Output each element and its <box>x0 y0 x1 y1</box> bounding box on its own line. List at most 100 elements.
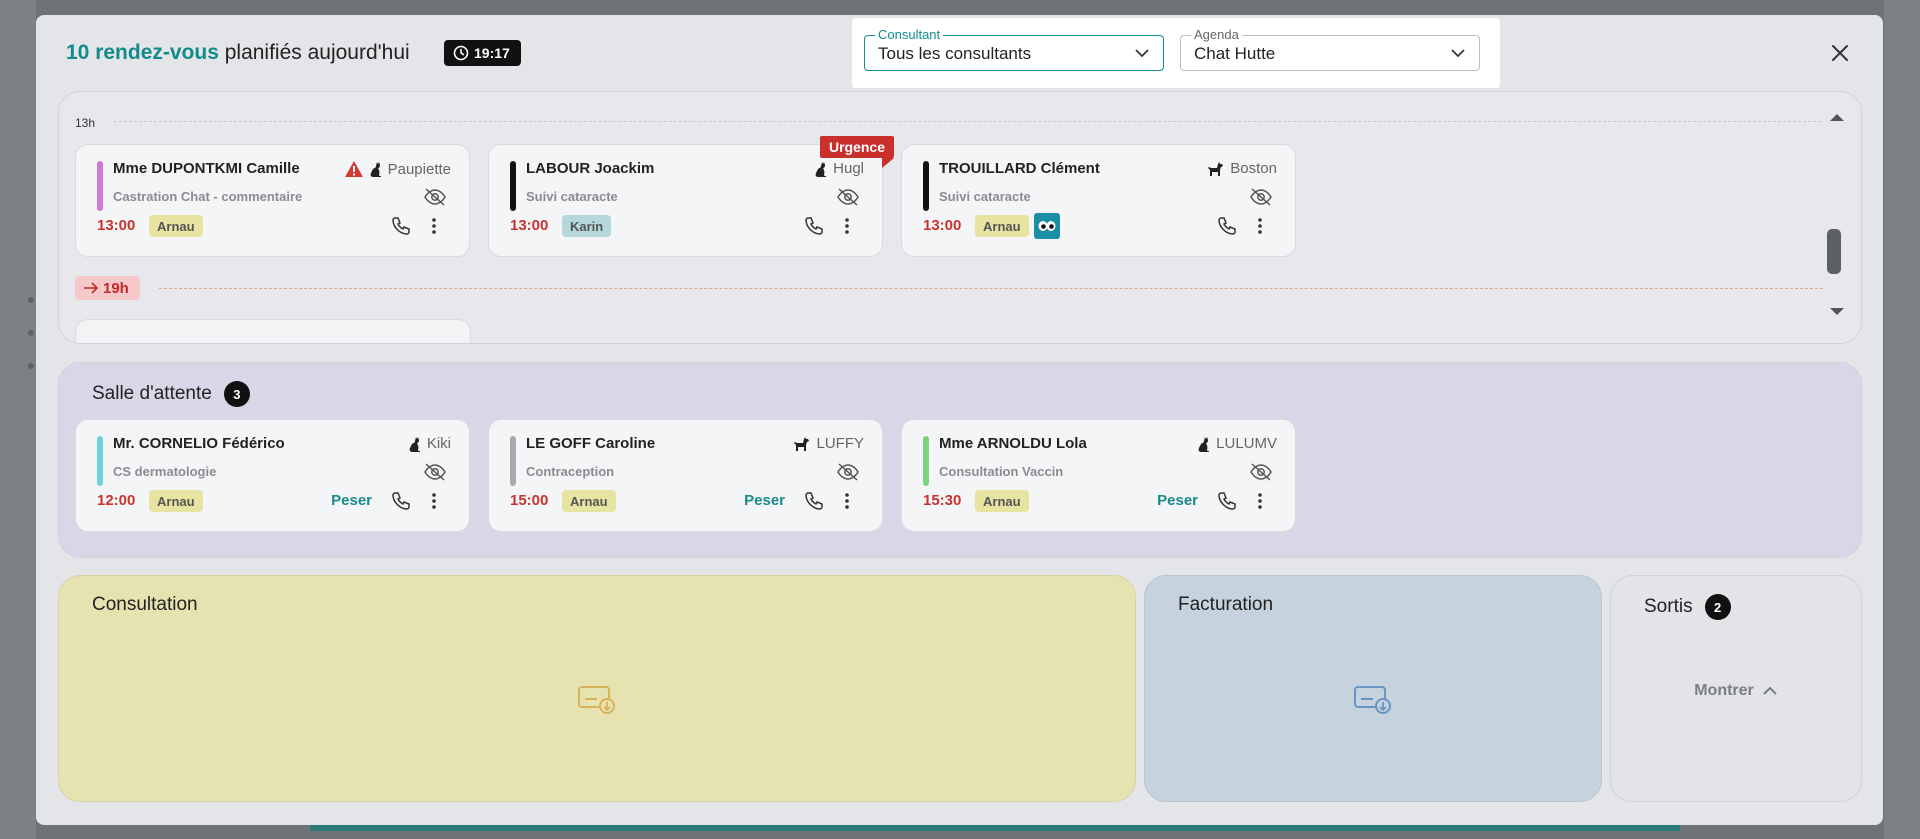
weigh-button[interactable]: Peser <box>331 492 372 509</box>
vet-badge: Arnau <box>562 490 616 512</box>
consultation-dropzone[interactable]: Consultation <box>58 575 1136 802</box>
show-button-label: Montrer <box>1694 682 1754 699</box>
schedule-section: 13h Mme DUPONTKMI Camille Paupiette Cast… <box>58 91 1862 344</box>
pet-name: Kiki <box>426 435 451 452</box>
current-time-badge: 19:17 <box>444 40 521 66</box>
pet-name: LULUMV <box>1216 435 1277 452</box>
eye-off-icon[interactable] <box>1249 187 1273 207</box>
status-bar <box>97 161 103 211</box>
consultant-select[interactable]: Consultant Tous les consultants <box>864 27 1164 71</box>
status-bar <box>923 161 929 211</box>
current-hour-marker: 19h <box>75 276 140 300</box>
close-icon[interactable] <box>1827 40 1853 66</box>
checked-out-count-badge: 2 <box>1704 594 1731 620</box>
billing-header: Facturation <box>1178 594 1273 616</box>
background-dot <box>28 363 34 369</box>
current-time: 19:17 <box>474 45 510 61</box>
scroll-down-icon[interactable] <box>1829 307 1845 317</box>
scrollbar-thumb[interactable] <box>1827 229 1841 274</box>
eye-off-icon[interactable] <box>836 187 860 207</box>
eye-off-icon[interactable] <box>836 462 860 482</box>
agenda-label: Agenda <box>1191 27 1242 42</box>
pet-name: Boston <box>1230 160 1277 177</box>
appointment-reason: Suivi cataracte <box>939 189 1031 204</box>
appointment-card[interactable]: Urgence LABOUR Joackim Hugl Suivi catara… <box>488 136 894 257</box>
status-bar <box>923 436 929 486</box>
vet-badge: Arnau <box>975 490 1029 512</box>
eye-off-icon[interactable] <box>1249 462 1273 482</box>
current-hour-label: 19h <box>103 279 129 297</box>
vet-badge: Arnau <box>149 215 203 237</box>
more-options-icon[interactable] <box>431 216 437 236</box>
phone-icon[interactable] <box>804 491 824 511</box>
eye-off-icon[interactable] <box>423 187 447 207</box>
drop-zone-icon <box>578 686 615 714</box>
phone-icon[interactable] <box>391 216 411 236</box>
pet-info: LUFFY <box>792 435 864 452</box>
appointment-time: 15:30 <box>923 492 962 509</box>
appointment-time: 12:00 <box>97 492 136 509</box>
show-button[interactable]: Montrer <box>1611 682 1861 700</box>
client-name: Mme ARNOLDU Lola <box>939 435 1087 452</box>
vet-badge: Karin <box>562 215 612 237</box>
current-hour-line <box>159 288 1823 289</box>
appointment-count: 10 rendez-vous <box>66 41 219 64</box>
hour-label: 13h <box>75 116 96 130</box>
consultation-title: Consultation <box>92 594 198 615</box>
weigh-button[interactable]: Peser <box>1157 492 1198 509</box>
hour-divider <box>114 121 1821 122</box>
appointment-time: 13:00 <box>97 217 136 234</box>
appointment-card[interactable]: Mr. CORNELIO Fédérico Kiki CS dermatolog… <box>75 419 470 532</box>
consultant-value: Tous les consultants <box>878 44 1032 63</box>
pet-info: LULUMV <box>1198 435 1277 452</box>
appointment-card[interactable]: TROUILLARD Clément Boston Suivi cataract… <box>901 144 1296 257</box>
eye-off-icon[interactable] <box>423 462 447 482</box>
appointment-reason: Castration Chat - commentaire <box>113 189 303 204</box>
background-dot <box>28 297 34 303</box>
title-rest: planifiés aujourd'hui <box>218 41 410 64</box>
cat-icon <box>815 161 827 177</box>
agenda-value: Chat Hutte <box>1194 44 1276 63</box>
appointment-time: 13:00 <box>510 217 549 234</box>
phone-icon[interactable] <box>391 491 411 511</box>
dog-icon <box>1208 161 1224 176</box>
more-options-icon[interactable] <box>1257 216 1263 236</box>
pet-name: Paupiette <box>387 160 451 178</box>
client-name: Mme DUPONTKMI Camille <box>113 160 300 177</box>
drop-zone-icon <box>1354 686 1391 714</box>
billing-dropzone[interactable]: Facturation <box>1144 575 1602 802</box>
checked-out-section: Sortis 2 Montrer <box>1610 575 1862 802</box>
more-options-icon[interactable] <box>1257 491 1263 511</box>
appointment-card[interactable]: Mme DUPONTKMI Camille Paupiette Castrati… <box>75 144 470 257</box>
appointment-time: 13:00 <box>923 217 962 234</box>
phone-icon[interactable] <box>804 216 824 236</box>
appointment-card[interactable]: LE GOFF Caroline LUFFY Contraception 15:… <box>488 419 883 532</box>
filter-panel: Consultant Tous les consultants Agenda C… <box>852 18 1500 88</box>
agenda-select[interactable]: Agenda Chat Hutte <box>1180 27 1480 71</box>
client-name: Mr. CORNELIO Fédérico <box>113 435 285 452</box>
weigh-button[interactable]: Peser <box>744 492 785 509</box>
warning-icon <box>344 161 363 177</box>
checked-out-header: Sortis 2 <box>1644 594 1731 620</box>
background-dot <box>28 330 34 336</box>
chevron-up-icon <box>1763 686 1777 695</box>
appointment-card-partial[interactable] <box>75 319 471 343</box>
phone-icon[interactable] <box>1217 216 1237 236</box>
more-options-icon[interactable] <box>844 216 850 236</box>
phone-icon[interactable] <box>1217 491 1237 511</box>
dog-icon <box>794 436 810 451</box>
appointment-card[interactable]: Mme ARNOLDU Lola LULUMV Consultation Vac… <box>901 419 1296 532</box>
client-name: LABOUR Joackim <box>526 160 655 177</box>
scroll-up-icon[interactable] <box>1829 112 1845 122</box>
clock-icon <box>453 45 469 61</box>
billing-title: Facturation <box>1178 594 1274 615</box>
status-bar <box>97 436 103 486</box>
cat-icon <box>370 162 381 177</box>
arrow-right-icon <box>84 282 99 294</box>
appointment-reason: CS dermatologie <box>113 464 217 479</box>
checked-out-title: Sortis <box>1644 596 1693 617</box>
appointment-reason: Contraception <box>526 464 615 479</box>
chevron-down-icon <box>1135 49 1149 58</box>
more-options-icon[interactable] <box>431 491 437 511</box>
more-options-icon[interactable] <box>844 491 850 511</box>
